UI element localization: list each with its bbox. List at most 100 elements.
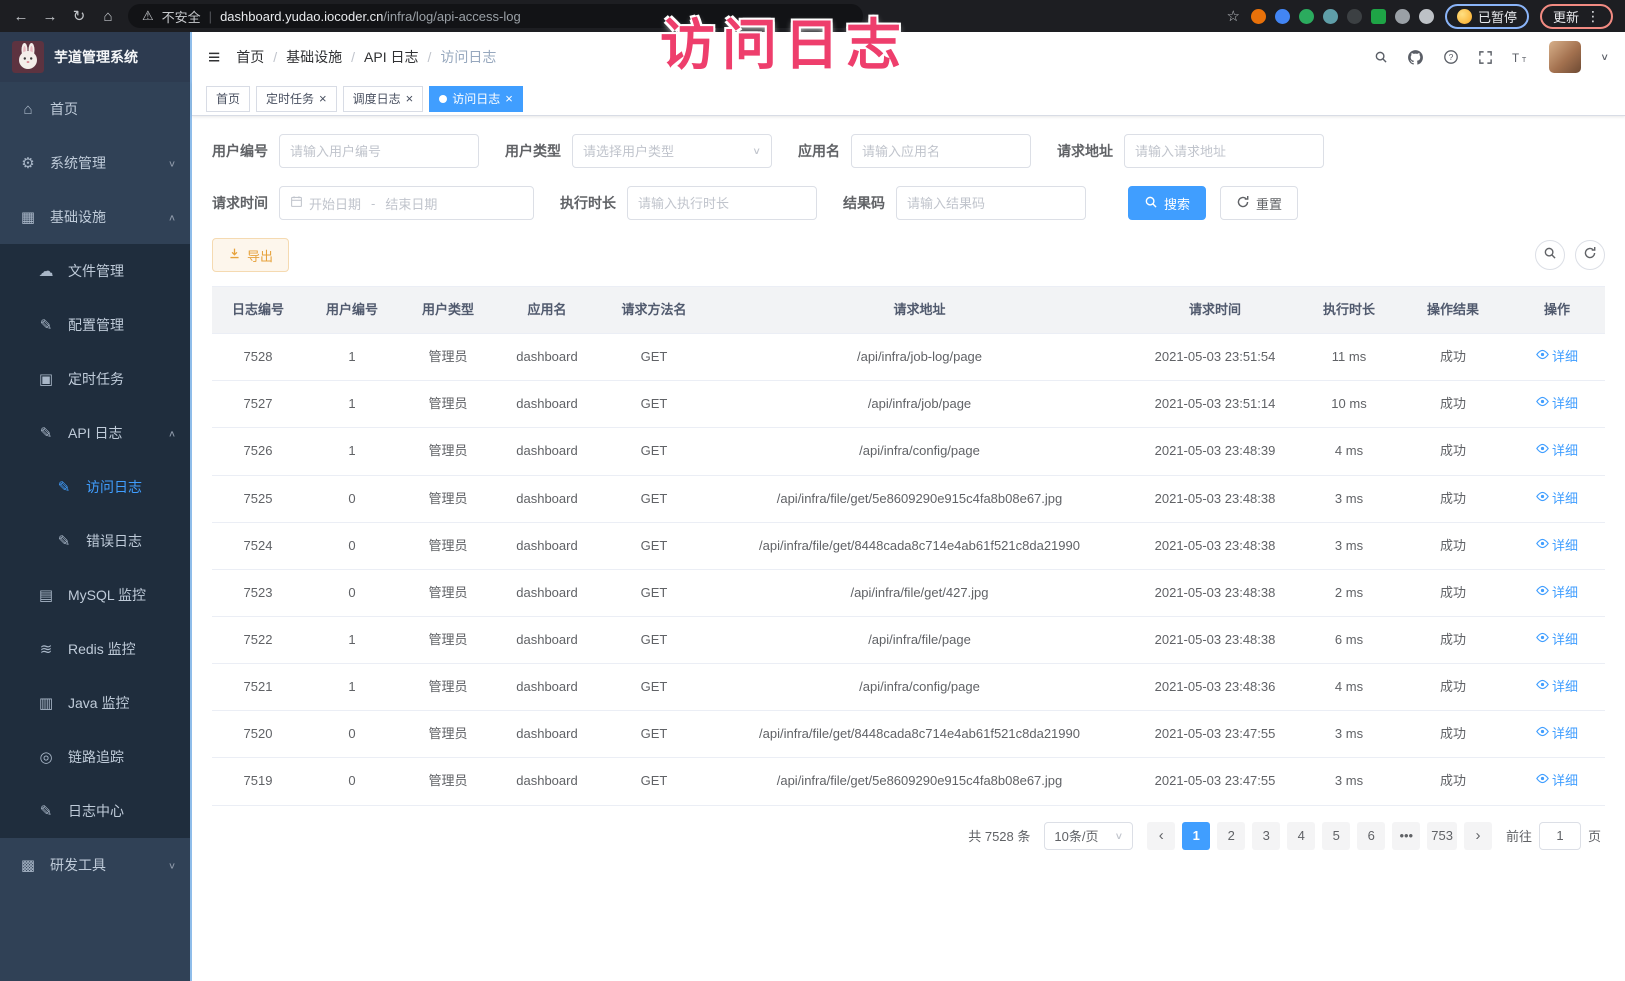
result-cell: 成功	[1397, 569, 1509, 616]
detail-link[interactable]: 详细	[1536, 771, 1578, 791]
extension-icon[interactable]	[1299, 9, 1314, 24]
extension-icon[interactable]	[1323, 9, 1338, 24]
chevron-down-icon[interactable]: ∨	[1600, 51, 1609, 62]
breadcrumb-item[interactable]: API 日志	[364, 47, 418, 67]
help-icon[interactable]: ?	[1443, 49, 1459, 65]
tab-home[interactable]: 首页	[206, 86, 250, 112]
method-cell: GET	[598, 334, 710, 381]
tab-schedule-log[interactable]: 调度日志×	[343, 86, 424, 112]
filter-label: 用户类型	[505, 141, 561, 161]
sidebar-item-trace[interactable]: ◎链路追踪	[0, 730, 190, 784]
export-button[interactable]: 导出	[212, 238, 289, 272]
breadcrumb-item[interactable]: 首页	[236, 47, 264, 67]
detail-link[interactable]: 详细	[1536, 630, 1578, 650]
detail-link[interactable]: 详细	[1536, 347, 1578, 367]
detail-link[interactable]: 详细	[1536, 677, 1578, 697]
tab-scheduled-tasks[interactable]: 定时任务×	[256, 86, 337, 112]
more-pages-ellipsis[interactable]: •••	[1392, 822, 1420, 850]
page-button-4[interactable]: 4	[1287, 822, 1315, 850]
home-icon[interactable]: ⌂	[99, 8, 117, 25]
breadcrumb-item[interactable]: 基础设施	[286, 47, 342, 67]
page-button-6[interactable]: 6	[1357, 822, 1385, 850]
address-bar[interactable]: ⚠ 不安全 | dashboard.yudao.iocoder.cn/infra…	[128, 4, 863, 28]
detail-link[interactable]: 详细	[1536, 724, 1578, 744]
app-logo-row[interactable]: 芋道管理系统	[0, 32, 190, 82]
close-icon[interactable]: ×	[319, 92, 327, 105]
calendar-icon	[290, 195, 303, 211]
sidebar-item-error-log[interactable]: ✎错误日志	[0, 514, 190, 568]
search-icon[interactable]	[1374, 50, 1388, 64]
sidebar-item-file-management[interactable]: ☁文件管理	[0, 244, 190, 298]
app-name-input[interactable]	[862, 144, 1020, 159]
close-icon[interactable]: ×	[406, 92, 414, 105]
sidebar-item-system-management[interactable]: ⚙系统管理∨	[0, 136, 190, 190]
request-time-field[interactable]: 开始日期-结束日期	[279, 186, 534, 220]
extension-icon[interactable]	[1419, 9, 1434, 24]
avatar[interactable]	[1549, 41, 1581, 73]
sidebar-item-config-management[interactable]: ✎配置管理	[0, 298, 190, 352]
extension-icon[interactable]	[1251, 9, 1266, 24]
user-id-input[interactable]	[290, 144, 468, 159]
extension-icon[interactable]	[1275, 9, 1290, 24]
extension-icon[interactable]	[1371, 9, 1386, 24]
sidebar-item-infrastructure[interactable]: ▦基础设施∧	[0, 190, 190, 244]
sidebar-item-home[interactable]: ⌂首页	[0, 82, 190, 136]
refresh-table-button[interactable]	[1575, 240, 1605, 270]
hamburger-icon[interactable]: ≡	[208, 47, 220, 68]
refresh-icon	[1236, 195, 1250, 212]
sidebar-item-log-center[interactable]: ✎日志中心	[0, 784, 190, 838]
page-button-5[interactable]: 5	[1322, 822, 1350, 850]
table-row: 75190管理员dashboardGET/api/infra/file/get/…	[212, 758, 1605, 805]
bookmark-star-icon[interactable]: ☆	[1227, 7, 1240, 25]
paused-badge[interactable]: 已暂停	[1445, 4, 1529, 29]
result-code-input[interactable]	[907, 196, 1075, 211]
prev-page-button[interactable]: ‹	[1147, 822, 1175, 850]
sidebar-item-redis-monitor[interactable]: ≋Redis 监控	[0, 622, 190, 676]
sidebar-item-api-log[interactable]: ✎API 日志∧	[0, 406, 190, 460]
log-id-cell: 7520	[212, 711, 304, 758]
font-size-icon[interactable]: TT	[1512, 51, 1530, 64]
duration-input[interactable]	[638, 196, 806, 211]
close-icon[interactable]: ×	[505, 92, 513, 105]
user-type-field[interactable]: ∨	[572, 134, 772, 168]
fullscreen-icon[interactable]	[1478, 50, 1493, 65]
reset-button[interactable]: 重置	[1220, 186, 1298, 220]
user-type-input[interactable]	[583, 144, 746, 159]
next-page-button[interactable]: ›	[1464, 822, 1492, 850]
extension-icon[interactable]	[1395, 9, 1410, 24]
result-code-field[interactable]	[896, 186, 1086, 220]
request-url-field[interactable]	[1124, 134, 1324, 168]
request-url-input[interactable]	[1135, 144, 1313, 159]
forward-icon[interactable]: →	[41, 8, 59, 25]
app-name-field[interactable]	[851, 134, 1031, 168]
sidebar-item-access-log[interactable]: ✎访问日志	[0, 460, 190, 514]
tab-access-log[interactable]: 访问日志×	[429, 86, 523, 112]
user-id-field[interactable]	[279, 134, 479, 168]
detail-link[interactable]: 详细	[1536, 394, 1578, 414]
detail-link[interactable]: 详细	[1536, 441, 1578, 461]
app-name-cell: dashboard	[496, 569, 598, 616]
sidebar-item-mysql-monitor[interactable]: ▤MySQL 监控	[0, 568, 190, 622]
duration-field[interactable]	[627, 186, 817, 220]
back-icon[interactable]: ←	[12, 8, 30, 25]
extension-icon[interactable]	[1347, 9, 1362, 24]
page-button-1[interactable]: 1	[1182, 822, 1210, 850]
detail-link[interactable]: 详细	[1536, 489, 1578, 509]
page-size-select[interactable]: 10条/页 ∨	[1044, 822, 1133, 850]
github-icon[interactable]	[1407, 49, 1424, 66]
toggle-search-button[interactable]	[1535, 240, 1565, 270]
detail-link[interactable]: 详细	[1536, 583, 1578, 603]
page-button-3[interactable]: 3	[1252, 822, 1280, 850]
end-date-placeholder: 结束日期	[385, 194, 437, 213]
page-button-2[interactable]: 2	[1217, 822, 1245, 850]
sidebar-item-java-monitor[interactable]: ▥Java 监控	[0, 676, 190, 730]
detail-link[interactable]: 详细	[1536, 536, 1578, 556]
goto-page-input[interactable]	[1539, 822, 1581, 850]
search-button[interactable]: 搜索	[1128, 186, 1206, 220]
table-row: 75200管理员dashboardGET/api/infra/file/get/…	[212, 711, 1605, 758]
browser-update-button[interactable]: 更新 ⋮	[1540, 4, 1613, 29]
sidebar-item-dev-tools[interactable]: ▩研发工具∨	[0, 838, 190, 892]
page-button-753[interactable]: 753	[1427, 822, 1457, 850]
reload-icon[interactable]: ↻	[70, 7, 88, 25]
sidebar-item-scheduled-tasks[interactable]: ▣定时任务	[0, 352, 190, 406]
